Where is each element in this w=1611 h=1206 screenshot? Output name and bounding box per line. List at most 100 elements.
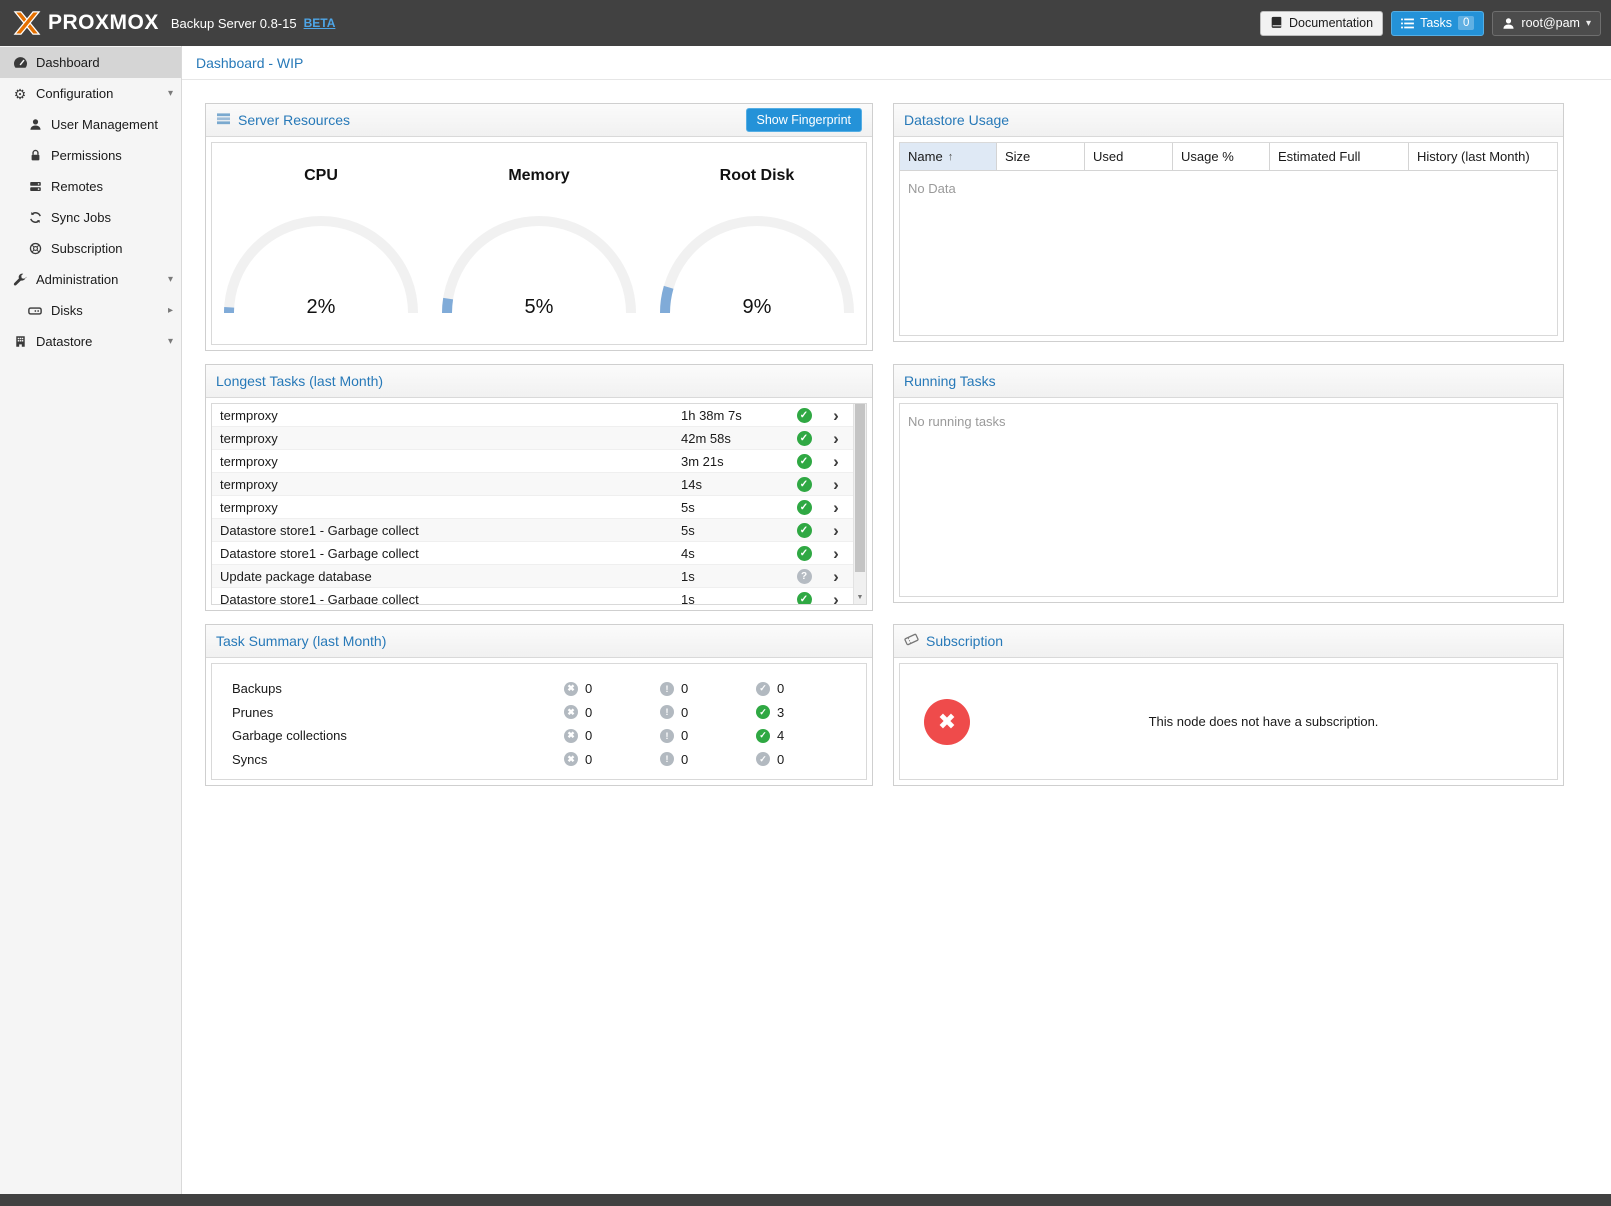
chevron-right-icon[interactable]: › xyxy=(819,591,853,605)
no-subscription-icon: ✖ xyxy=(924,699,970,745)
sidebar-item-sync-jobs[interactable]: Sync Jobs xyxy=(0,202,181,233)
sidebar-item-administration[interactable]: Administration ▾ xyxy=(0,264,181,295)
tachometer-icon xyxy=(12,56,28,69)
user-icon xyxy=(1502,17,1515,30)
user-label: root@pam xyxy=(1521,16,1580,30)
task-row[interactable]: Datastore store1 - Garbage collect4s✓› xyxy=(212,542,853,565)
main-content: Dashboard - WIP Server Resources Show Fi… xyxy=(182,46,1611,1194)
column-header-size[interactable]: Size xyxy=(997,143,1085,170)
subscription-message: This node does not have a subscription. xyxy=(970,714,1557,729)
error-count-icon: ✖ xyxy=(564,752,578,766)
summary-row: Garbage collections✖0!0✓4 xyxy=(212,724,866,748)
column-header-name[interactable]: Name ↑ xyxy=(900,143,997,170)
gauge-percent: 5% xyxy=(525,296,554,318)
caret-down-icon: ▾ xyxy=(1586,18,1591,29)
documentation-button[interactable]: Documentation xyxy=(1260,11,1383,36)
ok-count: 0 xyxy=(777,681,784,696)
ok-count-icon: ✓ xyxy=(756,729,770,743)
caret-down-icon: ▾ xyxy=(168,336,173,347)
panel-title: Subscription xyxy=(926,633,1003,649)
summary-label: Backups xyxy=(232,681,564,696)
running-tasks-body: No running tasks xyxy=(899,403,1558,597)
sidebar-item-remotes[interactable]: Remotes xyxy=(0,171,181,202)
sidebar: Dashboard ⚙ Configuration ▾ User Managem… xyxy=(0,46,182,1194)
sidebar-item-label: Permissions xyxy=(51,148,122,163)
chevron-right-icon[interactable]: › xyxy=(819,545,853,562)
building-icon xyxy=(12,335,28,348)
warning-count: 0 xyxy=(681,728,688,743)
sidebar-item-label: Configuration xyxy=(36,86,113,101)
task-duration: 1s xyxy=(681,592,789,605)
chevron-right-icon[interactable]: › xyxy=(819,499,853,516)
tasks-label: Tasks xyxy=(1420,16,1452,30)
task-row[interactable]: Datastore store1 - Garbage collect5s✓› xyxy=(212,519,853,542)
sort-asc-icon: ↑ xyxy=(948,151,954,163)
sidebar-item-configuration[interactable]: ⚙ Configuration ▾ xyxy=(0,78,181,109)
task-duration: 14s xyxy=(681,477,789,492)
task-duration: 42m 58s xyxy=(681,431,789,446)
sidebar-item-subscription[interactable]: Subscription xyxy=(0,233,181,264)
task-duration: 4s xyxy=(681,546,789,561)
beta-link[interactable]: BETA xyxy=(304,16,336,30)
scrollbar-thumb[interactable] xyxy=(855,404,865,572)
longest-tasks-header: Longest Tasks (last Month) xyxy=(206,365,872,398)
sidebar-item-label: Sync Jobs xyxy=(51,210,111,225)
panel-title: Running Tasks xyxy=(904,373,996,389)
sidebar-item-disks[interactable]: Disks ▸ xyxy=(0,295,181,326)
sidebar-item-user-management[interactable]: User Management xyxy=(0,109,181,140)
server-icon xyxy=(27,180,43,193)
chevron-right-icon[interactable]: › xyxy=(819,522,853,539)
panel-title: Server Resources xyxy=(238,112,350,128)
task-list-icon xyxy=(1401,18,1414,29)
error-count: 0 xyxy=(585,705,592,720)
topbar-actions: Documentation Tasks 0 root@pam ▾ xyxy=(1260,11,1601,36)
chevron-right-icon[interactable]: › xyxy=(819,453,853,470)
gauge-arc: 9% xyxy=(657,209,857,321)
summary-label: Syncs xyxy=(232,752,564,767)
task-row[interactable]: termproxy3m 21s✓› xyxy=(212,450,853,473)
column-header-usage[interactable]: Usage % xyxy=(1173,143,1270,170)
task-row[interactable]: termproxy14s✓› xyxy=(212,473,853,496)
sidebar-item-dashboard[interactable]: Dashboard xyxy=(0,47,181,78)
show-fingerprint-button[interactable]: Show Fingerprint xyxy=(746,108,863,132)
task-name: termproxy xyxy=(220,408,681,423)
column-header-history[interactable]: History (last Month) xyxy=(1409,143,1557,170)
page-title: Dashboard - WIP xyxy=(196,55,303,71)
wrench-icon xyxy=(12,273,28,287)
task-row[interactable]: termproxy42m 58s✓› xyxy=(212,427,853,450)
task-duration: 3m 21s xyxy=(681,454,789,469)
column-header-used[interactable]: Used xyxy=(1085,143,1173,170)
task-summary-header: Task Summary (last Month) xyxy=(206,625,872,658)
datastore-table-header: Name ↑ Size Used Usage % Estimated Full … xyxy=(900,143,1557,171)
error-count: 0 xyxy=(585,728,592,743)
caret-down-icon: ▾ xyxy=(168,274,173,285)
task-duration: 1s xyxy=(681,569,789,584)
scrollbar[interactable]: ▼ xyxy=(853,404,866,604)
sidebar-item-label: Disks xyxy=(51,303,83,318)
sidebar-item-permissions[interactable]: Permissions xyxy=(0,140,181,171)
chevron-right-icon[interactable]: › xyxy=(819,476,853,493)
column-header-estimated-full[interactable]: Estimated Full xyxy=(1270,143,1409,170)
no-data-text: No Data xyxy=(900,171,1557,206)
user-menu-button[interactable]: root@pam ▾ xyxy=(1492,11,1601,36)
sidebar-item-datastore[interactable]: Datastore ▾ xyxy=(0,326,181,357)
chevron-right-icon[interactable]: › xyxy=(819,407,853,424)
warning-count-icon: ! xyxy=(660,729,674,743)
ok-count-icon: ✓ xyxy=(756,752,770,766)
task-row[interactable]: Update package database1s?› xyxy=(212,565,853,588)
chevron-right-icon[interactable]: › xyxy=(819,430,853,447)
gauge-root-disk: Root Disk9% xyxy=(648,143,866,344)
task-row[interactable]: termproxy5s✓› xyxy=(212,496,853,519)
task-row[interactable]: termproxy1h 38m 7s✓› xyxy=(212,404,853,427)
chevron-right-icon[interactable]: › xyxy=(819,568,853,585)
longest-tasks-panel: Longest Tasks (last Month) termproxy1h 3… xyxy=(205,364,873,611)
book-icon xyxy=(1270,16,1283,30)
tasks-button[interactable]: Tasks 0 xyxy=(1391,11,1484,36)
subscription-body: ✖ This node does not have a subscription… xyxy=(899,663,1558,780)
gauge-percent: 9% xyxy=(743,296,772,318)
scrollbar-down-arrow[interactable]: ▼ xyxy=(854,591,866,604)
task-duration: 1h 38m 7s xyxy=(681,408,789,423)
task-row[interactable]: Datastore store1 - Garbage collect1s✓› xyxy=(212,588,853,604)
sidebar-item-label: Dashboard xyxy=(36,55,100,70)
server-resources-icon xyxy=(216,112,231,128)
